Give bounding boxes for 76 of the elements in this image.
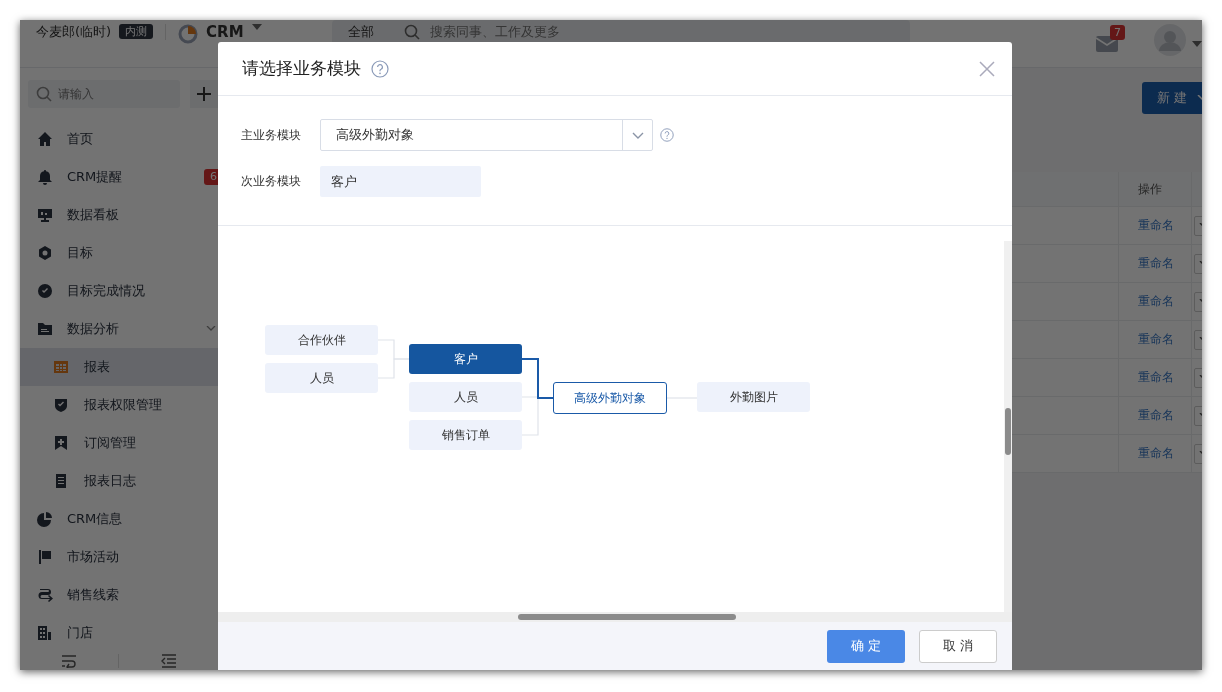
help-icon <box>660 128 674 142</box>
bell-icon <box>37 169 53 185</box>
table-icon <box>53 359 69 375</box>
sidebar-item[interactable]: 数据分析 <box>20 310 218 348</box>
diagram-node[interactable]: 高级外勤对象 <box>553 382 667 414</box>
building-icon <box>37 625 53 641</box>
tag-label: 内测 <box>119 24 154 39</box>
diagram-node[interactable]: 外勤图片 <box>697 382 810 412</box>
wrap-icon <box>60 654 77 668</box>
dialog-title: 请选择业务模块 <box>242 57 361 80</box>
module-select[interactable]: 高级外勤对象 <box>320 119 653 151</box>
pie-logo-icon <box>178 24 199 44</box>
sidebar-item[interactable]: 报表权限管理 <box>20 386 218 424</box>
sidebar-item[interactable]: 订阅管理 <box>20 424 218 462</box>
home-icon <box>37 131 53 147</box>
sidebar-item[interactable]: 市场活动 <box>20 538 218 576</box>
column-header: 操作 <box>1119 172 1192 206</box>
sidebar-item[interactable]: 销售线索 <box>20 576 218 614</box>
rename-link[interactable]: 重命名 <box>1138 445 1174 462</box>
user-name: 今麦郎(临时) <box>36 24 112 39</box>
sidebar-item[interactable]: 数据看板 <box>20 196 218 234</box>
chevron-down-icon <box>206 326 216 332</box>
notification-badge: 7 <box>1110 25 1125 40</box>
avatar-icon <box>1154 24 1186 56</box>
check-badge-icon <box>37 283 53 299</box>
confirm-button[interactable]: 确 定 <box>827 629 905 663</box>
hexagon-icon <box>37 245 53 261</box>
field-label: 次业务模块 <box>241 173 302 190</box>
connector-line <box>377 358 410 379</box>
monitor-icon <box>37 207 53 223</box>
folder-icon <box>37 321 53 337</box>
field-label: 主业务模块 <box>241 126 302 144</box>
sidebar-item[interactable]: 首页 <box>20 120 218 158</box>
rename-link[interactable]: 重命名 <box>1138 407 1174 424</box>
diagram-node[interactable]: 合作伙伴 <box>265 325 378 355</box>
caret-icon <box>1192 41 1202 47</box>
count-badge: 6 <box>204 169 218 185</box>
sidebar-item[interactable]: CRM信息 <box>20 500 218 538</box>
module-field: 客户 <box>320 166 481 197</box>
cancel-button[interactable]: 取 消 <box>919 629 997 663</box>
scrollbar-thumb[interactable] <box>518 614 736 620</box>
diagram-node[interactable]: 人员 <box>265 363 378 393</box>
rename-link[interactable]: 重命名 <box>1138 217 1174 234</box>
search-icon <box>403 24 420 40</box>
search-icon <box>36 86 52 102</box>
shield-check-icon <box>53 397 69 413</box>
pie-chart-icon <box>37 511 53 527</box>
plus-icon <box>195 86 212 102</box>
close-icon <box>979 60 995 77</box>
bookmark-plus-icon <box>53 435 69 451</box>
rename-link[interactable]: 重命名 <box>1138 293 1174 310</box>
rename-link[interactable]: 重命名 <box>1138 369 1174 386</box>
diagram-node[interactable]: 销售订单 <box>409 420 522 450</box>
mail-icon <box>1096 34 1118 52</box>
sidebar-item[interactable]: 门店 <box>20 614 218 652</box>
route-icon <box>37 587 53 603</box>
sidebar-item[interactable]: 报表日志 <box>20 462 218 500</box>
close-button[interactable] <box>979 60 995 77</box>
flag-icon <box>37 549 53 565</box>
add-button[interactable] <box>189 80 218 108</box>
scope-dropdown[interactable]: 全部 <box>347 24 374 39</box>
scrollbar-thumb[interactable] <box>1005 408 1011 455</box>
diagram-node[interactable]: 人员 <box>409 382 522 412</box>
outdent-icon <box>161 654 178 668</box>
sidebar-item[interactable]: 目标完成情况 <box>20 272 218 310</box>
help-icon <box>371 59 389 78</box>
sidebar-item[interactable]: 目标 <box>20 234 218 272</box>
sidebar-item[interactable]: 报表 <box>20 348 218 386</box>
chevron-down-icon <box>631 131 644 139</box>
rename-link[interactable]: 重命名 <box>1138 331 1174 348</box>
rename-link[interactable]: 重命名 <box>1138 255 1174 272</box>
app-name[interactable]: CRM <box>206 24 244 41</box>
diagram-node[interactable]: 客户 <box>409 344 522 374</box>
caret-icon <box>251 24 262 30</box>
new-button[interactable]: 新建 <box>1142 82 1202 114</box>
list-icon <box>53 473 69 489</box>
